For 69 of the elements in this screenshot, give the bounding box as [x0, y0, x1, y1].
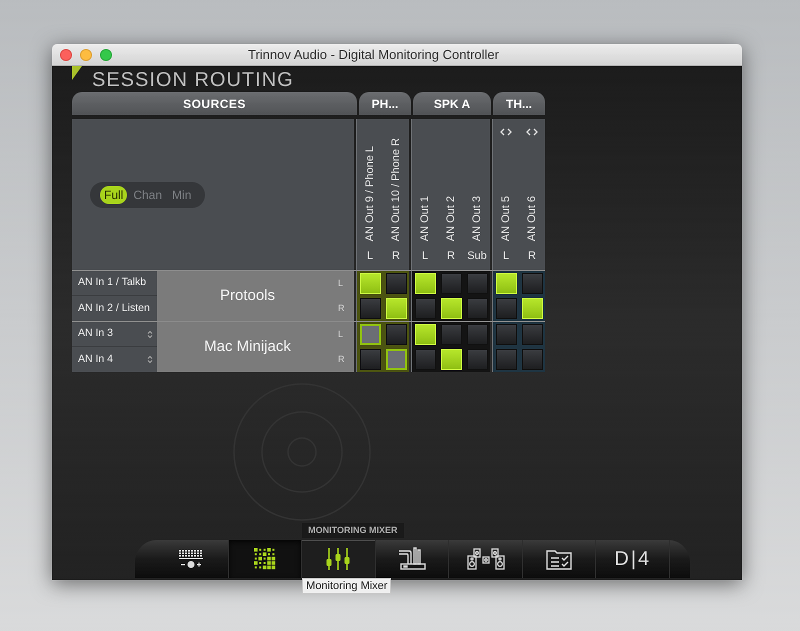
routing-cell[interactable]	[414, 349, 436, 370]
page-title: SESSION ROUTING	[92, 70, 294, 90]
channel-label: L	[502, 248, 510, 264]
folder-checklist-icon	[546, 548, 572, 570]
source-name: Protools	[218, 286, 276, 306]
channel-label: L	[422, 248, 428, 264]
channel-label: R	[528, 248, 536, 264]
toolbar-tab[interactable]	[228, 540, 302, 578]
speakers-icon	[466, 548, 505, 570]
routing-cell[interactable]	[360, 324, 380, 345]
channel-label: Sub	[467, 248, 487, 264]
minimize-icon[interactable]	[80, 48, 92, 60]
routing-cell[interactable]	[360, 298, 380, 319]
close-icon[interactable]	[60, 48, 72, 60]
view-option[interactable]: Full	[100, 186, 128, 204]
swap-arrows-icon[interactable]	[526, 128, 538, 136]
grid-icon	[254, 548, 276, 570]
output-group-tab[interactable]: TH...	[493, 92, 545, 115]
routing-cell[interactable]	[386, 273, 406, 294]
channel-label: R	[392, 248, 400, 264]
channel-label: R	[338, 352, 344, 366]
routing-cell[interactable]	[440, 324, 462, 345]
routing-cell[interactable]	[466, 349, 488, 370]
sliders-icon	[326, 548, 350, 570]
routing-cell[interactable]	[386, 324, 406, 345]
output-name: AN Out 10 / Phone R	[388, 138, 403, 242]
routing-cell[interactable]	[496, 298, 516, 319]
output-group-tab[interactable]: SPK A	[413, 92, 491, 115]
up-down-icon	[147, 330, 153, 339]
channel-label: L	[338, 328, 344, 341]
output-name: AN Out 6	[524, 196, 539, 242]
routing-cell[interactable]	[466, 298, 488, 319]
output-name: AN Out 3	[470, 196, 484, 242]
channel-label: R	[338, 302, 344, 315]
toolbar-tab[interactable]: D|4	[596, 540, 670, 578]
sources-tab[interactable]: SOURCES	[72, 92, 357, 115]
routing-cell[interactable]	[360, 349, 380, 370]
keyboard-knob-icon	[178, 549, 204, 569]
channel-label: L	[338, 276, 344, 290]
routing-cell[interactable]	[496, 349, 516, 370]
output-name: AN Out 1	[418, 196, 432, 242]
routing-cell[interactable]	[522, 349, 542, 370]
channel-label: L	[366, 248, 374, 264]
routing-cell[interactable]	[522, 324, 542, 345]
hover-label: MONITORING MIXER	[302, 523, 404, 538]
window-title: Trinnov Audio - Digital Monitoring Controller	[248, 46, 499, 64]
routing-cell[interactable]	[414, 298, 436, 319]
output-name: AN Out 9 / Phone L	[362, 146, 377, 242]
output-name: AN Out 5	[498, 196, 513, 242]
routing-cell[interactable]	[522, 273, 542, 294]
channel-label: R	[447, 248, 455, 264]
maximize-icon[interactable]	[100, 48, 112, 60]
input-selector[interactable]: AN In 4	[72, 347, 157, 372]
up-down-icon	[147, 355, 153, 364]
routing-cell[interactable]	[466, 273, 488, 294]
tooltip: Monitoring Mixer	[302, 578, 392, 594]
routing-cell[interactable]	[466, 324, 488, 345]
routing-cell[interactable]	[440, 273, 462, 294]
triangle-icon	[72, 66, 82, 80]
input-selector[interactable]: AN In 1 / Talkb	[72, 271, 157, 296]
input-selector[interactable]: AN In 3	[72, 322, 157, 347]
output-name: AN Out 2	[444, 196, 458, 242]
routing-cell[interactable]	[496, 324, 516, 345]
input-selector[interactable]: AN In 2 / Listen	[72, 296, 157, 321]
source-name: Mac Minijack	[203, 336, 292, 357]
output-group-tab[interactable]: PH...	[359, 92, 411, 115]
swap-arrows-icon[interactable]	[500, 128, 512, 136]
routing-cell[interactable]	[386, 349, 406, 370]
cable-plug-icon	[397, 547, 428, 571]
